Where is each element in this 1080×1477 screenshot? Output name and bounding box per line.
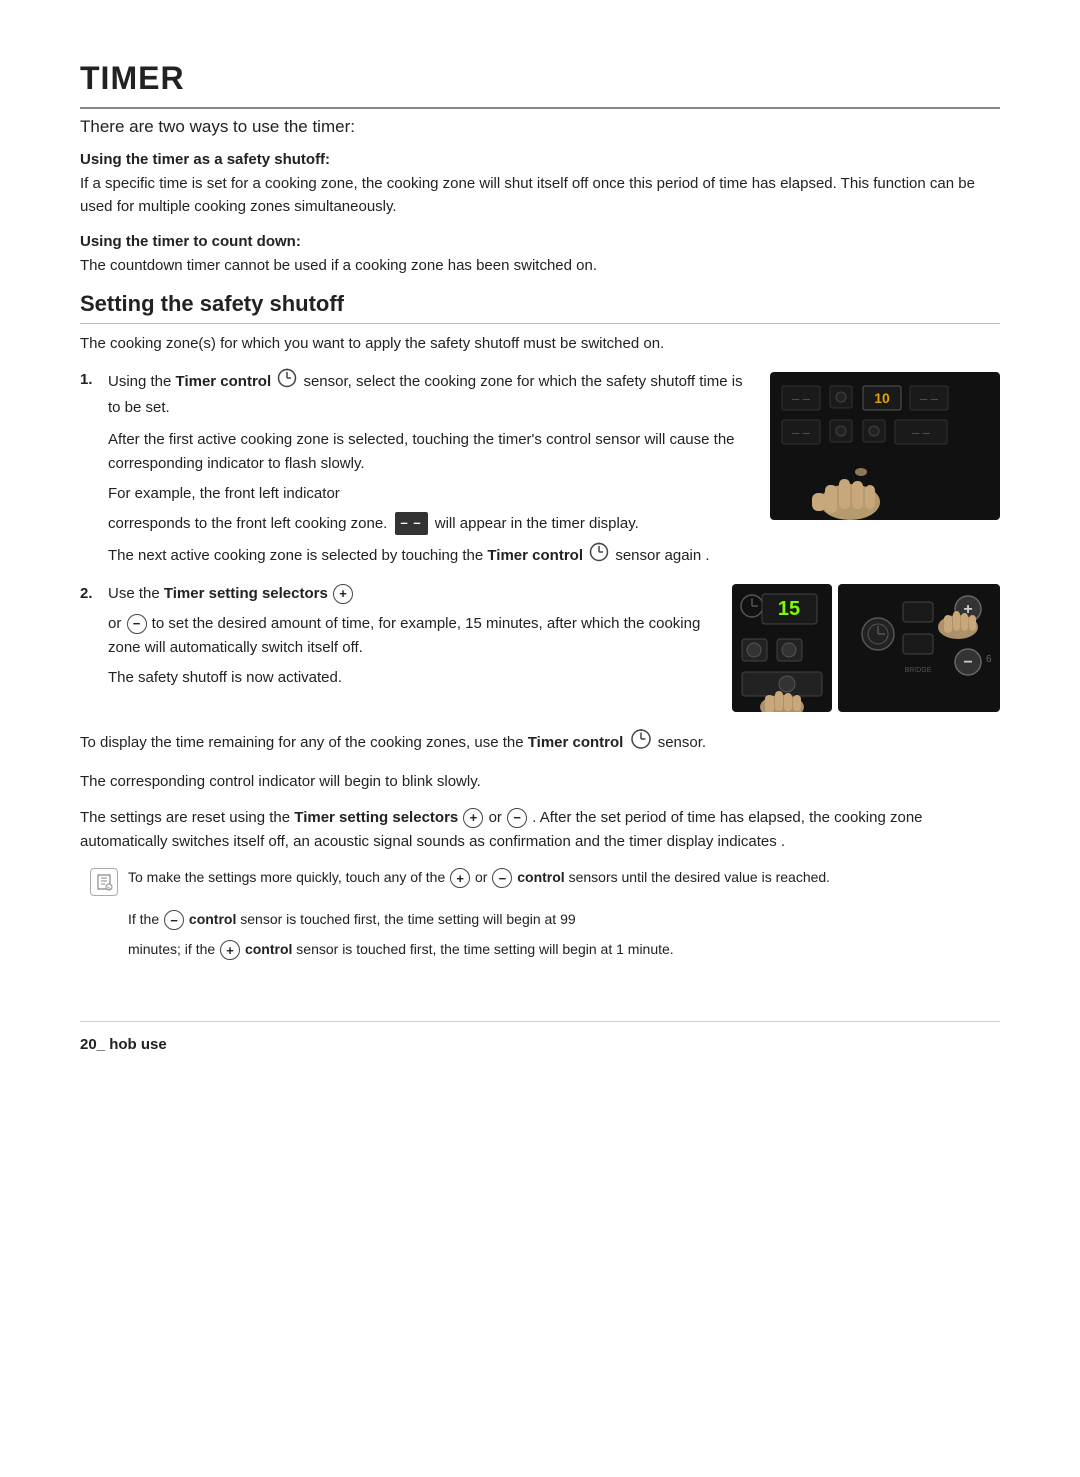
note-indent-1: If the − control sensor is touched first… — [80, 908, 1000, 930]
steps-list: 1. Using the Timer control — [80, 368, 1000, 712]
footer: 20_ hob use — [80, 1021, 1000, 1053]
note2-control-2: control — [245, 941, 292, 957]
svg-text:✎: ✎ — [107, 886, 111, 891]
note2-text-2: minutes; if the — [128, 941, 219, 957]
para-3: To display the time remaining for any of… — [80, 728, 1000, 758]
sub-heading: Setting the safety shutoff — [80, 291, 1000, 324]
note-text-control: control — [517, 869, 564, 885]
step-1: 1. Using the Timer control — [80, 368, 1000, 570]
para-3-end: sensor. — [658, 734, 706, 751]
step-2-content: Use the Timer setting selectors + or − t… — [108, 582, 1000, 712]
para-3-text: To display the time remaining for any of… — [80, 734, 528, 751]
step-2-para-b: or − to set the desired amount of time, … — [108, 612, 714, 660]
note2-text-end: sensor is touched first, the time settin… — [296, 941, 673, 957]
minus-icon-note2: − — [164, 910, 184, 930]
note2-control-1: control — [189, 911, 236, 927]
svg-text:– –: – – — [912, 425, 931, 440]
step-2-diagram: 15 — [732, 584, 1000, 712]
step-1-text-a: Using the — [108, 373, 176, 390]
svg-text:15: 15 — [778, 598, 800, 620]
step-2: 2. Use the Timer setting selectors + or … — [80, 582, 1000, 712]
page-title: TIMER — [80, 60, 1000, 109]
para-5-or: or — [489, 809, 507, 826]
step-2-text-or: or — [108, 615, 126, 632]
plus-icon-step2: + — [333, 584, 353, 604]
svg-text:−: − — [963, 654, 972, 671]
step-2-text-a: Use the — [108, 585, 164, 602]
count-down-label: Using the timer to count down: — [80, 233, 1000, 250]
step-1-text-g: The next active cooking zone is selected… — [108, 547, 487, 564]
safety-shutoff-text: If a specific time is set for a cooking … — [80, 172, 1000, 219]
timer-control-icon-3 — [630, 728, 652, 758]
para-5: The settings are reset using the Timer s… — [80, 806, 1000, 854]
count-down-text: The countdown timer cannot be used if a … — [80, 254, 1000, 277]
note-text-start: To make the settings more quickly, touch… — [128, 869, 449, 885]
note-indent-2: minutes; if the + control sensor is touc… — [80, 938, 1000, 960]
step-2-text-block: Use the Timer setting selectors + or − t… — [108, 582, 714, 690]
step-2-bold-a: Timer setting selectors — [164, 585, 328, 602]
timer-control-icon-2 — [589, 542, 609, 570]
svg-text:6: 6 — [986, 654, 992, 665]
step-1-text-e: corresponds to the front left cooking zo… — [108, 515, 387, 532]
step-2-para-a: Use the Timer setting selectors + — [108, 582, 714, 606]
timer-control-icon-1 — [277, 368, 297, 396]
step-1-text-h: sensor again . — [615, 547, 709, 564]
step-2-number: 2. — [80, 582, 102, 712]
dash-indicator: – – — [395, 512, 428, 535]
intro-para: The cooking zone(s) for which you want t… — [80, 332, 1000, 356]
safety-shutoff-label: Using the timer as a safety shutoff: — [80, 151, 1000, 168]
note-block: ✎ To make the settings more quickly, tou… — [80, 866, 1000, 896]
note-text: To make the settings more quickly, touch… — [128, 866, 830, 888]
step-1-para-a: Using the Timer control sensor, select t… — [108, 368, 752, 420]
note-text-end: sensors until the desired value is reach… — [569, 869, 830, 885]
step-1-bold-g: Timer control — [487, 547, 583, 564]
note-icon: ✎ — [90, 868, 118, 896]
step-2-para-d: The safety shutoff is now activated. — [108, 666, 714, 690]
plus-icon-para5: + — [463, 808, 483, 828]
para-5-start: The settings are reset using the — [80, 809, 294, 826]
step-1-bold-a: Timer control — [176, 373, 272, 390]
minus-icon-step2: − — [127, 614, 147, 634]
note2-text-mid: sensor is touched first, the time settin… — [240, 911, 575, 927]
plus-icon-note: + — [450, 868, 470, 888]
step-1-para-d: For example, the front left indicator — [108, 482, 752, 506]
minus-icon-note: − — [492, 868, 512, 888]
para-3-bold: Timer control — [528, 734, 624, 751]
svg-text:– –: – – — [920, 391, 939, 406]
step-1-content: Using the Timer control sensor, select t… — [108, 368, 1000, 570]
step-1-number: 1. — [80, 368, 102, 570]
svg-text:– –: – – — [792, 391, 811, 406]
plus-icon-note2: + — [220, 940, 240, 960]
para-5-bold: Timer setting selectors — [294, 809, 458, 826]
step-1-para-ef: corresponds to the front left cooking zo… — [108, 512, 752, 536]
minus-icon-para5: − — [507, 808, 527, 828]
svg-text:BRIDGE: BRIDGE — [905, 667, 932, 674]
para-4: The corresponding control indicator will… — [80, 770, 1000, 794]
step-1-text-f: will appear in the timer display. — [435, 515, 639, 532]
svg-text:– –: – – — [792, 425, 811, 440]
footer-text: 20_ hob use — [80, 1036, 167, 1053]
step-1-para-c: After the first active cooking zone is s… — [108, 428, 752, 476]
svg-text:10: 10 — [874, 390, 890, 406]
step-1-diagram: – – 10 – – – – — [770, 372, 1000, 528]
step-1-para-g: The next active cooking zone is selected… — [108, 542, 752, 570]
step-1-text-block: Using the Timer control sensor, select t… — [108, 368, 752, 570]
note-text-or: or — [475, 869, 491, 885]
intro-subtitle: There are two ways to use the timer: — [80, 117, 1000, 137]
note2-text-start: If the — [128, 911, 163, 927]
step-2-text-c: to set the desired amount of time, for e… — [108, 615, 700, 656]
